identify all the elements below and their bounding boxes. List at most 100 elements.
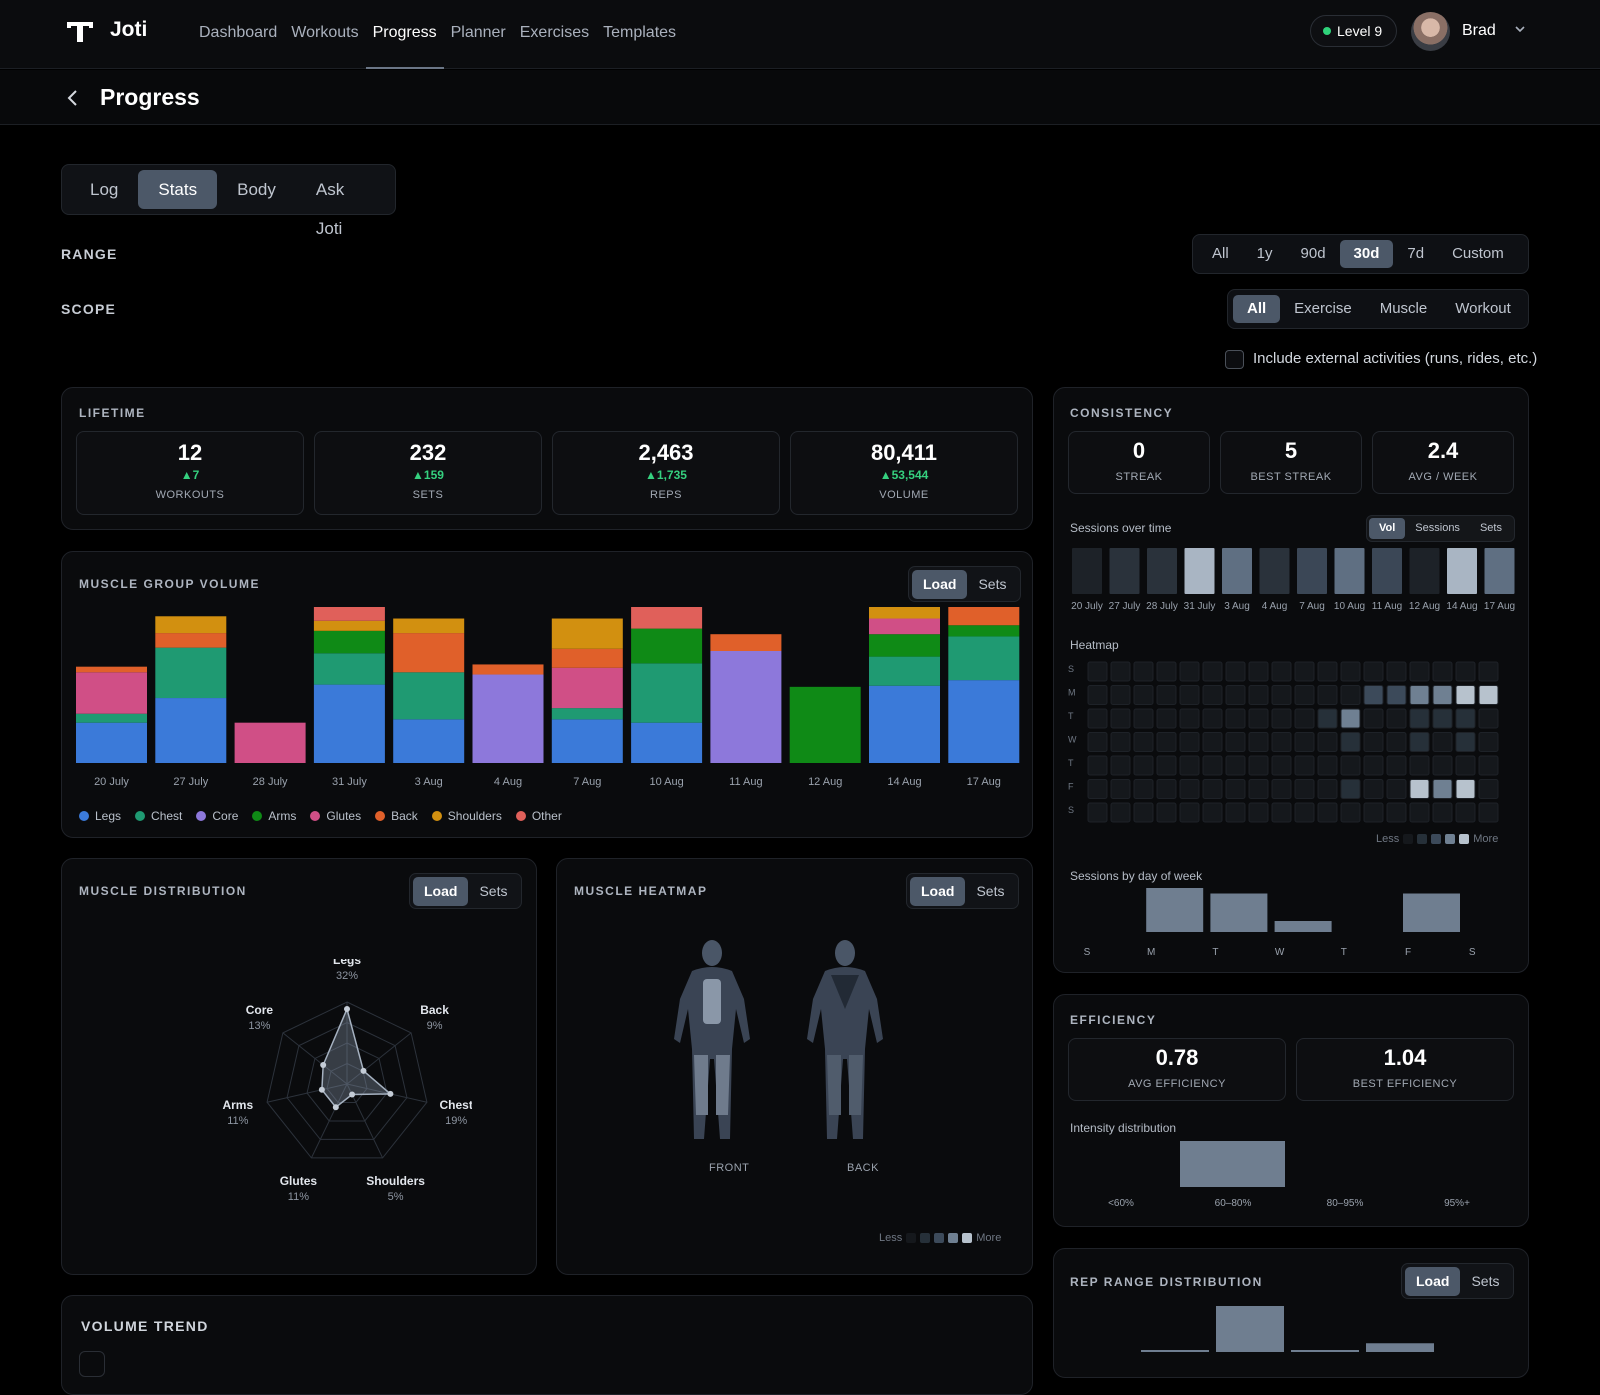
heatmap-cell[interactable] (1087, 708, 1108, 729)
radar-point[interactable] (332, 1104, 339, 1111)
tab-ask-joti[interactable]: Ask Joti (296, 170, 395, 238)
heatmap-cell[interactable] (1386, 708, 1407, 729)
bar-shoulders-14-aug[interactable] (869, 607, 940, 619)
heatmap-cell[interactable] (1432, 732, 1453, 752)
heatmap-cell[interactable] (1179, 802, 1200, 823)
bar-shoulders-3-aug[interactable] (393, 618, 465, 634)
heatmap-cell[interactable] (1478, 755, 1499, 776)
bar-back-17-aug[interactable] (948, 607, 1020, 626)
heatmap-cell[interactable] (1363, 755, 1384, 776)
sessions-toggle-vol[interactable]: Vol (1369, 518, 1406, 539)
heatmap-cell[interactable] (1363, 732, 1384, 752)
heatmap-cell[interactable] (1133, 802, 1154, 823)
legend-item-core[interactable]: Core (196, 809, 238, 823)
heatmap-cell[interactable] (1340, 755, 1361, 776)
legend-item-arms[interactable]: Arms (252, 809, 296, 823)
heatmap-cell[interactable] (1133, 685, 1154, 705)
joti-logo-icon[interactable] (64, 16, 96, 46)
heatmap-cell[interactable] (1455, 732, 1476, 752)
bar-core-11-aug[interactable] (710, 651, 782, 763)
heatmap-cell[interactable] (1294, 685, 1315, 705)
heatmap-cell[interactable] (1478, 802, 1499, 823)
radar-point[interactable] (387, 1090, 394, 1097)
session-bar-27-july[interactable] (1109, 548, 1140, 594)
heatmap-cell[interactable] (1225, 779, 1246, 799)
nav-templates[interactable]: Templates (596, 0, 683, 69)
nav-workouts[interactable]: Workouts (284, 0, 365, 69)
range-option-all[interactable]: All (1198, 240, 1243, 268)
bar-legs-10-aug[interactable] (631, 722, 703, 763)
heatmap-cell[interactable] (1225, 708, 1246, 729)
heatmap-cell[interactable] (1248, 779, 1269, 799)
bar-legs-14-aug[interactable] (869, 685, 940, 763)
level-badge[interactable]: Level 9 (1310, 15, 1397, 47)
bar-legs-20-july[interactable] (76, 722, 147, 763)
heatmap-cell[interactable] (1110, 779, 1131, 799)
scope-option-muscle[interactable]: Muscle (1366, 295, 1442, 323)
heatmap-cell[interactable] (1340, 685, 1361, 705)
heatmap-cell[interactable] (1432, 802, 1453, 823)
external-activities-label[interactable]: Include external activities (runs, rides… (1253, 350, 1537, 367)
app-name[interactable]: Joti (110, 18, 147, 42)
heatmap-cell[interactable] (1432, 755, 1453, 776)
external-activities-checkbox[interactable] (1225, 350, 1244, 369)
bar-back-27-july[interactable] (155, 633, 227, 648)
heatmap-cell[interactable] (1340, 802, 1361, 823)
heatmap-cell[interactable] (1478, 779, 1499, 799)
heatmap-cell[interactable] (1225, 661, 1246, 682)
heatmap-cell[interactable] (1110, 755, 1131, 776)
heatmap-cell[interactable] (1363, 708, 1384, 729)
heatmap-cell[interactable] (1409, 779, 1430, 799)
heatmap-cell[interactable] (1455, 802, 1476, 823)
bar-glutes-14-aug[interactable] (869, 618, 940, 635)
session-bar-11-aug[interactable] (1372, 548, 1402, 594)
user-name[interactable]: Brad (1462, 22, 1496, 40)
heatmap-cell[interactable] (1202, 708, 1223, 729)
session-bar-31-july[interactable] (1184, 548, 1215, 594)
heatmap-cell[interactable] (1409, 685, 1430, 705)
scope-option-all[interactable]: All (1233, 295, 1281, 323)
heatmap-cell[interactable] (1179, 661, 1200, 682)
heatmap-cell[interactable] (1386, 685, 1407, 705)
heatmap-cell[interactable] (1156, 661, 1177, 682)
tab-stats[interactable]: Stats (138, 170, 218, 209)
heatmap-cell[interactable] (1156, 779, 1177, 799)
radar-point[interactable] (320, 1062, 327, 1069)
heatmap-cell[interactable] (1363, 779, 1384, 799)
heatmap-cell[interactable] (1271, 732, 1292, 752)
heatmap-cell[interactable] (1455, 708, 1476, 729)
legend-item-back[interactable]: Back (375, 809, 418, 823)
heatmap-cell[interactable] (1317, 779, 1338, 799)
rep-range-bar-1[interactable] (1216, 1306, 1284, 1352)
dow-bar-3[interactable] (1274, 921, 1332, 932)
heatmap-cell[interactable] (1202, 755, 1223, 776)
heatmap-cell[interactable] (1248, 732, 1269, 752)
bar-chest-17-aug[interactable] (948, 636, 1020, 681)
heatmap-cell[interactable] (1317, 708, 1338, 729)
heatmap-cell[interactable] (1317, 755, 1338, 776)
heatmap-cell[interactable] (1133, 755, 1154, 776)
heatmap-cell[interactable] (1294, 732, 1315, 752)
legend-item-glutes[interactable]: Glutes (310, 809, 361, 823)
radar-point[interactable] (318, 1086, 325, 1093)
back-arrow-icon[interactable] (62, 86, 84, 110)
heatmap-cell[interactable] (1110, 732, 1131, 752)
rep-range-bar-2[interactable] (1291, 1350, 1359, 1352)
legend-item-legs[interactable]: Legs (79, 809, 121, 823)
rr-toggle-load[interactable]: Load (1405, 1266, 1461, 1296)
heatmap-cell[interactable] (1087, 779, 1108, 799)
heatmap-cell[interactable] (1271, 685, 1292, 705)
heatmap-cell[interactable] (1478, 732, 1499, 752)
heatmap-cell[interactable] (1294, 755, 1315, 776)
heatmap-cell[interactable] (1455, 685, 1476, 705)
heatmap-cell[interactable] (1110, 661, 1131, 682)
heatmap-cell[interactable] (1432, 708, 1453, 729)
heatmap-cell[interactable] (1087, 802, 1108, 823)
range-option-custom[interactable]: Custom (1438, 240, 1518, 268)
session-bar-4-aug[interactable] (1259, 548, 1290, 594)
mgv-toggle-sets[interactable]: Sets (967, 570, 1017, 599)
nav-exercises[interactable]: Exercises (513, 0, 596, 69)
bar-back-4-aug[interactable] (472, 664, 544, 675)
range-option-90d[interactable]: 90d (1287, 240, 1340, 268)
radar-point[interactable] (344, 1006, 350, 1013)
